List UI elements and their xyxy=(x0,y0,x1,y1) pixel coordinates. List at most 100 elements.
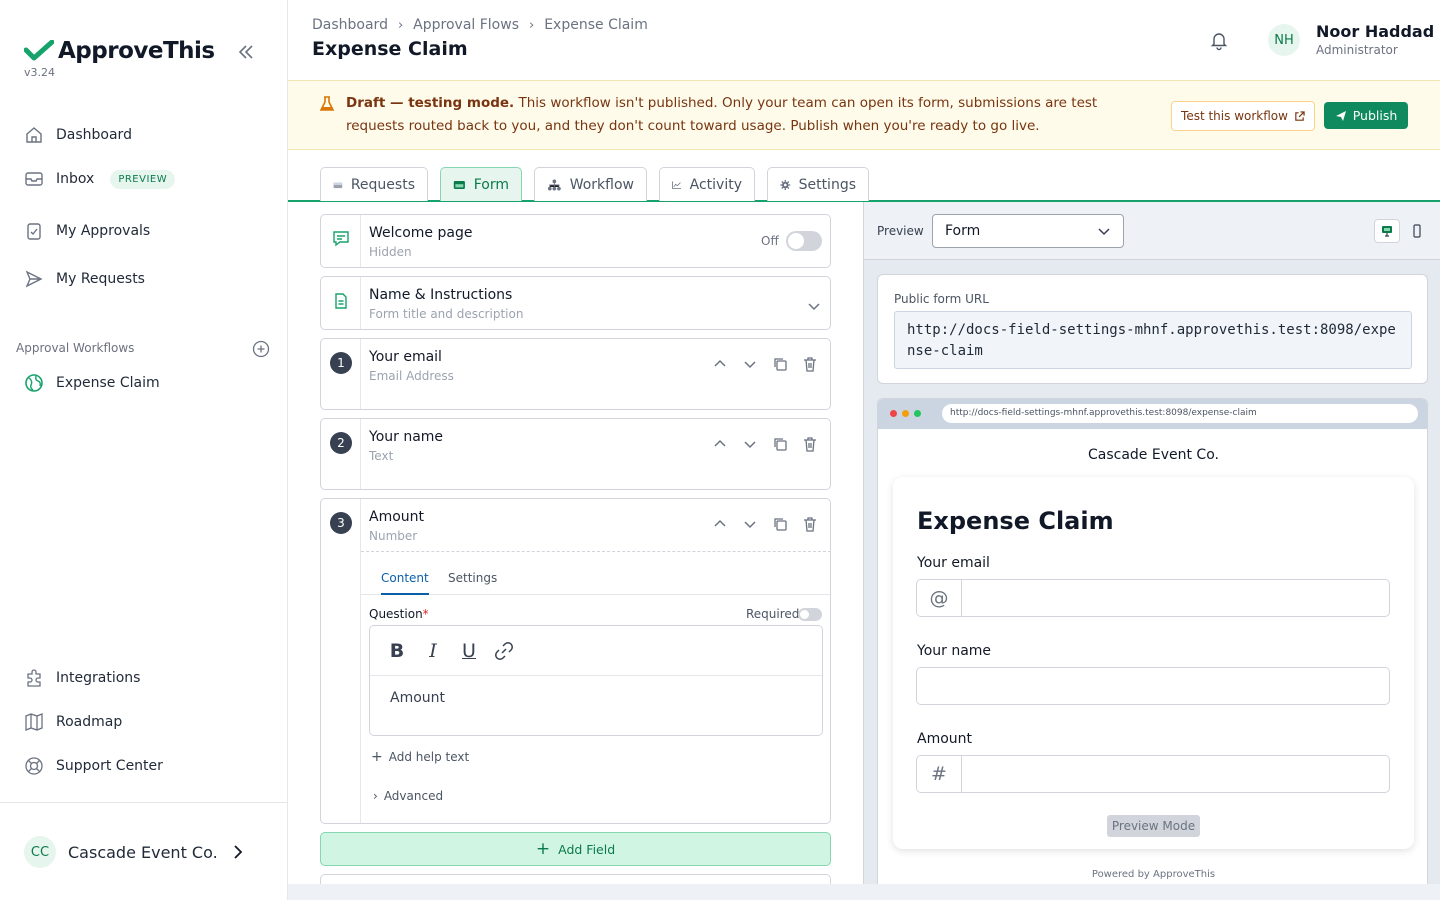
bell-icon[interactable] xyxy=(1208,29,1230,55)
preview-amount-input[interactable]: # xyxy=(916,755,1390,793)
nav-dashboard[interactable]: Dashboard xyxy=(24,125,132,145)
breadcrumb-dashboard[interactable]: Dashboard xyxy=(312,17,388,33)
field-actions xyxy=(711,515,819,533)
bold-icon[interactable]: B xyxy=(386,640,408,662)
nav-my-approvals[interactable]: My Approvals xyxy=(24,221,150,241)
copy-icon[interactable] xyxy=(771,515,789,533)
bottom-strip xyxy=(288,884,1440,900)
trash-icon[interactable] xyxy=(801,355,819,373)
nav-my-approvals-label: My Approvals xyxy=(56,223,151,239)
advanced-toggle[interactable]: › Advanced xyxy=(373,789,443,803)
approval-workflows-label: Approval Workflows xyxy=(16,341,135,355)
preview-form-card: Expense Claim Your email @ Your name Amo… xyxy=(893,477,1414,849)
advanced-label: Advanced xyxy=(383,789,444,803)
public-url-label: Public form URL xyxy=(894,292,989,306)
preview-select[interactable]: Form xyxy=(932,214,1124,248)
field-card-name[interactable]: 2 Your name Text xyxy=(320,418,831,490)
minimize-dot xyxy=(902,410,909,417)
italic-icon[interactable]: I xyxy=(422,640,444,662)
add-help-text-link[interactable]: + Add help text xyxy=(371,749,469,765)
add-workflow-icon[interactable] xyxy=(252,340,270,362)
nav-support-center[interactable]: Support Center xyxy=(24,756,163,776)
test-workflow-button[interactable]: Test this workflow xyxy=(1171,101,1315,131)
collapse-sidebar-icon[interactable] xyxy=(236,42,256,66)
welcome-page-card[interactable]: Welcome page Hidden Off xyxy=(320,214,831,268)
nav-roadmap-label: Roadmap xyxy=(56,714,123,730)
org-name: Cascade Event Co. xyxy=(68,842,218,862)
preview-pane: Preview Form Public form URL http://docs… xyxy=(863,202,1440,884)
chevron-up-icon[interactable] xyxy=(711,435,729,453)
tab-settings-label: Settings xyxy=(798,176,856,193)
desktop-icon[interactable] xyxy=(1374,219,1400,243)
breadcrumb-approval-flows[interactable]: Approval Flows xyxy=(413,17,519,33)
breadcrumb-expense-claim[interactable]: Expense Claim xyxy=(544,17,648,33)
document-icon xyxy=(335,293,347,309)
preview-label-email: Your email xyxy=(917,555,990,571)
preview-name-input[interactable] xyxy=(916,667,1390,705)
preview-email-input[interactable]: @ xyxy=(916,579,1390,617)
required-label: Required xyxy=(746,607,800,621)
mobile-icon[interactable] xyxy=(1404,219,1430,243)
public-url-value[interactable]: http://docs-field-settings-mhnf.approvet… xyxy=(894,311,1412,369)
card-gutter xyxy=(321,419,361,489)
user-role: Administrator xyxy=(1316,43,1398,57)
copy-icon[interactable] xyxy=(771,435,789,453)
add-help-text-label: Add help text xyxy=(388,750,470,764)
nav-roadmap[interactable]: Roadmap xyxy=(24,712,122,732)
tab-activity[interactable]: Activity xyxy=(659,167,755,201)
workflow-item-expense-claim[interactable]: Expense Claim xyxy=(24,373,160,393)
tab-form[interactable]: Form xyxy=(440,167,522,201)
publish-button[interactable]: Publish xyxy=(1324,102,1408,129)
app-name: ApproveThis xyxy=(58,38,215,64)
field-card-amount[interactable]: 3 Amount Number Content Settings Questio… xyxy=(320,498,831,824)
org-avatar: CC xyxy=(24,836,56,868)
add-field-button[interactable]: + Add Field xyxy=(320,832,831,866)
chevron-down-icon[interactable] xyxy=(741,435,759,453)
nav-inbox[interactable]: Inbox PREVIEW xyxy=(24,169,176,189)
trash-icon[interactable] xyxy=(801,515,819,533)
tab-activity-label: Activity xyxy=(689,176,742,193)
underline-icon[interactable]: U xyxy=(458,640,480,662)
editor-content[interactable]: Amount xyxy=(370,676,822,720)
chevron-down-icon[interactable] xyxy=(741,355,759,373)
org-switcher[interactable]: CC Cascade Event Co. xyxy=(24,836,246,868)
editor-toolbar: B I U xyxy=(370,626,822,676)
question-editor[interactable]: B I U Amount xyxy=(369,625,823,736)
app-logo[interactable]: ApproveThis xyxy=(24,38,215,64)
chevron-down-icon[interactable] xyxy=(807,299,821,313)
sidebar: ApproveThis v3.24 Dashboard Inbox PREVIE… xyxy=(0,0,288,900)
subtab-settings[interactable]: Settings xyxy=(448,571,497,585)
tab-requests[interactable]: Requests xyxy=(320,167,428,201)
preview-label: Preview xyxy=(877,224,924,238)
field-card-email[interactable]: 1 Your email Email Address xyxy=(320,338,831,410)
chevron-up-icon[interactable] xyxy=(711,355,729,373)
card-gutter xyxy=(321,499,361,823)
trash-icon[interactable] xyxy=(801,435,819,453)
welcome-toggle-label: Off xyxy=(761,234,779,248)
workflow-tabs: Requests Form Workflow Activity Settings xyxy=(288,151,1440,202)
preview-mode-button: Preview Mode xyxy=(1107,815,1200,837)
chevron-right-icon: › xyxy=(373,789,378,803)
tab-workflow[interactable]: Workflow xyxy=(534,167,647,201)
workflow-item-label: Expense Claim xyxy=(56,375,160,391)
preview-toolbar: Preview Form xyxy=(864,202,1440,260)
link-icon[interactable] xyxy=(494,641,514,661)
chevron-right-icon: › xyxy=(397,17,404,33)
preview-badge: PREVIEW xyxy=(110,169,176,189)
tab-settings[interactable]: Settings xyxy=(767,167,869,201)
instructions-card[interactable]: Name & Instructions Form title and descr… xyxy=(320,276,831,330)
user-avatar[interactable]: NH xyxy=(1268,24,1300,56)
nav-my-requests[interactable]: My Requests xyxy=(24,269,145,289)
lifebuoy-icon xyxy=(25,757,43,775)
subtab-content[interactable]: Content xyxy=(381,571,429,595)
preview-form-title: Expense Claim xyxy=(917,507,1114,535)
chevron-down-icon[interactable] xyxy=(741,515,759,533)
copy-icon[interactable] xyxy=(771,355,789,373)
breadcrumb: Dashboard › Approval Flows › Expense Cla… xyxy=(312,17,648,33)
welcome-toggle[interactable] xyxy=(786,231,822,251)
maximize-dot xyxy=(914,410,921,417)
required-toggle[interactable] xyxy=(798,608,822,621)
inbox-icon xyxy=(25,172,43,186)
chevron-up-icon[interactable] xyxy=(711,515,729,533)
nav-integrations[interactable]: Integrations xyxy=(24,668,140,688)
